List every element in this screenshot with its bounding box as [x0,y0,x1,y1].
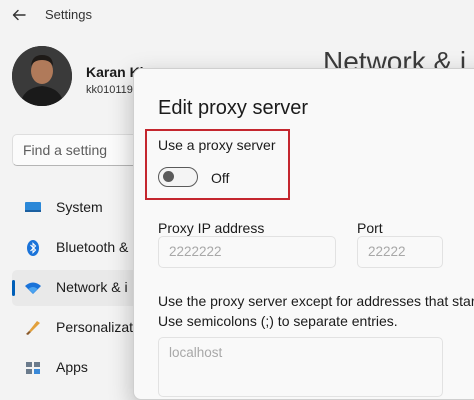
toggle-knob [163,171,174,182]
toggle-state-label: Off [211,170,230,186]
bluetooth-icon [27,240,39,256]
title-bar: Settings [0,0,474,32]
port-placeholder: 22222 [368,244,406,259]
use-proxy-label: Use a proxy server [158,137,276,153]
arrow-left-icon [12,9,26,21]
avatar-photo-icon [12,46,72,106]
back-button[interactable] [8,4,30,26]
avatar [12,46,72,106]
dialog-title: Edit proxy server [158,97,309,119]
user-email: kk010119 [86,84,133,96]
wifi-icon [25,282,41,294]
display-icon [25,202,41,212]
port-label: Port [357,220,383,236]
exceptions-line-1: Use the proxy server except for addresse… [158,293,474,309]
port-input[interactable]: 22222 [357,236,443,268]
app-title: Settings [45,7,92,22]
sidebar-item-label: System [56,199,103,215]
edit-proxy-dialog: Edit proxy server Use a proxy server Off… [133,68,474,400]
search-placeholder: Find a setting [23,142,108,158]
sidebar-item-label: Personalizat [56,319,134,335]
sidebar-item-label: Apps [56,359,88,375]
active-indicator [12,280,15,296]
exceptions-textarea[interactable]: localhost [158,337,443,397]
brush-icon [26,321,40,335]
exceptions-placeholder: localhost [169,345,223,360]
exceptions-line-2: Use semicolons (;) to separate entries. [158,313,398,329]
apps-icon [26,362,40,374]
sidebar-item-label: Network & i [56,279,128,295]
exceptions-description: Use the proxy server except for addresse… [158,291,474,331]
proxy-ip-label: Proxy IP address [158,220,265,236]
proxy-ip-placeholder: 2222222 [169,244,222,259]
sidebar-item-label: Bluetooth & [56,239,129,255]
use-proxy-toggle[interactable] [158,167,198,187]
proxy-ip-input[interactable]: 2222222 [158,236,336,268]
